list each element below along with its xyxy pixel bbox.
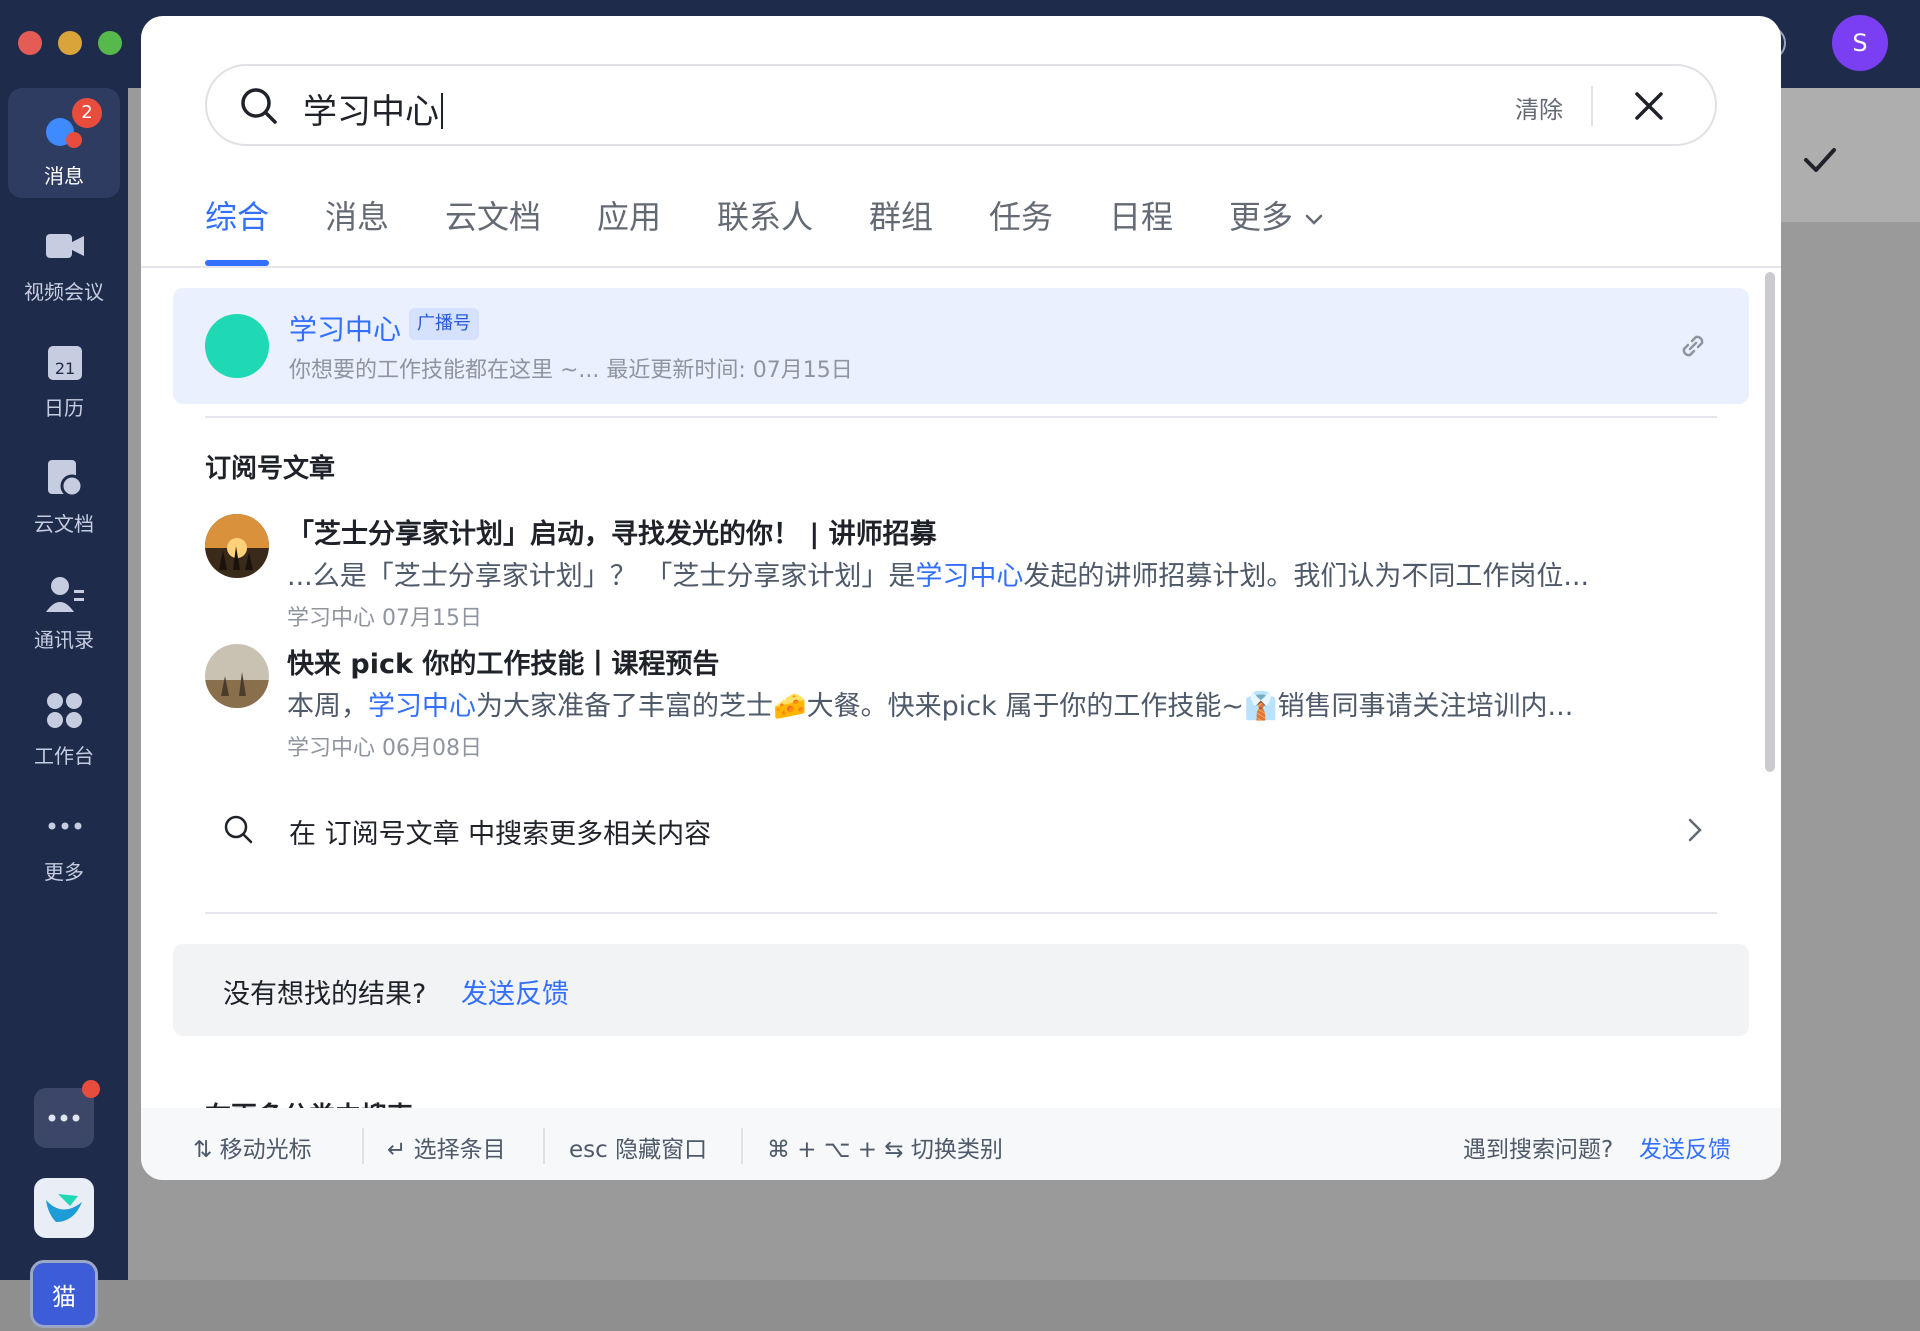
- footer-separator: [741, 1128, 743, 1164]
- zoom-window-button[interactable]: [98, 31, 122, 55]
- article-item[interactable]: 「芝士分享家计划」启动，寻找发光的你！ | 讲师招募 ...么是「芝士分享家计划…: [205, 514, 1717, 644]
- calendar-icon: 21: [48, 346, 82, 380]
- hint-select-item: ↵ 选择条目: [387, 1137, 506, 1163]
- sidebar: 2 消息 视频会议 21 日历 云文档 通讯录 工作台 更多 猫: [0, 88, 128, 1328]
- broadcast-tag: 广播号: [409, 308, 479, 340]
- sidebar-item-label: 更多: [44, 860, 84, 884]
- search-more-label: 在 订阅号文章 中搜索更多相关内容: [289, 819, 712, 850]
- tab-contacts[interactable]: 联系人: [717, 192, 813, 238]
- article-snippet: 本周，学习中心为大家准备了丰富的芝士🧀大餐。快来pick 属于你的工作技能~👔销…: [287, 691, 1574, 722]
- tab-messages[interactable]: 消息: [325, 192, 389, 238]
- sidebar-item-calendar[interactable]: 21 日历: [8, 320, 120, 430]
- notification-dot: [82, 1080, 100, 1098]
- svg-text:21: 21: [55, 359, 75, 378]
- top-result[interactable]: 学习中心 广播号 你想要的工作技能都在这里 ~... 最近更新时间: 07月15…: [173, 288, 1749, 404]
- sidebar-item-video-meeting[interactable]: 视频会议: [8, 204, 120, 314]
- cat-app-button[interactable]: 猫: [30, 1260, 98, 1328]
- search-separator: [1591, 86, 1593, 126]
- section-title: 订阅号文章: [205, 454, 336, 484]
- chevron-down-icon: [1305, 214, 1323, 225]
- feedback-question: 没有想找的结果?: [223, 979, 427, 1010]
- lark-logo-icon: [46, 1194, 82, 1222]
- sidebar-item-label: 日历: [44, 396, 84, 420]
- divider: [205, 912, 1717, 914]
- avatar: [205, 314, 269, 378]
- workspace-icon: [47, 693, 82, 728]
- shortcut-footer: ⇅ 移动光标 ↵ 选择条目 esc 隐藏窗口 ⌘ + ⌥ + ⇆ 切换类别 遇到…: [141, 1108, 1781, 1180]
- sidebar-item-more[interactable]: 更多: [8, 784, 120, 894]
- sidebar-item-label: 工作台: [34, 744, 94, 768]
- sidebar-item-contacts[interactable]: 通讯录: [8, 552, 120, 662]
- search-more-in-section[interactable]: 在 订阅号文章 中搜索更多相关内容: [205, 804, 1717, 864]
- footer-separator: [543, 1128, 545, 1164]
- article-snippet: ...么是「芝士分享家计划」？ 「芝士分享家计划」是学习中心发起的讲师招募计划。…: [287, 561, 1590, 592]
- user-avatar[interactable]: S: [1832, 15, 1888, 71]
- tab-apps[interactable]: 应用: [597, 192, 661, 238]
- tab-docs[interactable]: 云文档: [445, 192, 541, 238]
- search-dialog: 学习中心 清除 综合 消息 云文档 应用 联系人 群组 任务 日程 更多 学习中…: [141, 16, 1781, 1180]
- search-icon: [241, 88, 277, 124]
- search-box[interactable]: 学习中心 清除: [205, 64, 1717, 146]
- article-item[interactable]: 快来 pick 你的工作技能丨课程预告 本周，学习中心为大家准备了丰富的芝士🧀大…: [205, 644, 1717, 774]
- sidebar-item-messages[interactable]: 2 消息: [8, 88, 120, 198]
- hint-switch-category: ⌘ + ⌥ + ⇆ 切换类别: [767, 1137, 1003, 1163]
- article-title: 「芝士分享家计划」启动，寻找发光的你！ | 讲师招募: [287, 519, 937, 550]
- scrollbar[interactable]: [1765, 272, 1775, 772]
- hint-hide-window: esc 隐藏窗口: [569, 1137, 708, 1163]
- clear-button[interactable]: 清除: [1515, 90, 1563, 125]
- close-window-button[interactable]: [18, 31, 42, 55]
- search-input[interactable]: 学习中心: [303, 84, 443, 133]
- lark-app-button[interactable]: [34, 1178, 94, 1238]
- tab-tasks[interactable]: 任务: [989, 192, 1053, 238]
- tab-more[interactable]: 更多: [1229, 192, 1325, 238]
- article-meta: 学习中心 07月15日: [287, 606, 482, 631]
- link-icon[interactable]: [1675, 328, 1711, 364]
- ellipsis-icon: [48, 1114, 80, 1122]
- more-categories-heading: 在更多分类中搜索: [205, 1096, 413, 1108]
- tab-more-label: 更多: [1229, 198, 1294, 236]
- article-meta: 学习中心 06月08日: [287, 736, 482, 761]
- footer-question: 遇到搜索问题?: [1463, 1137, 1614, 1163]
- sidebar-item-label: 视频会议: [24, 280, 104, 304]
- sidebar-item-label: 消息: [44, 164, 84, 188]
- minimize-window-button[interactable]: [58, 31, 82, 55]
- sidebar-item-label: 云文档: [34, 512, 94, 536]
- close-icon[interactable]: [1631, 88, 1667, 124]
- check-icon: [1804, 148, 1836, 172]
- divider: [205, 416, 1717, 418]
- sidebar-item-docs[interactable]: 云文档: [8, 436, 120, 546]
- chevron-right-icon: [1688, 818, 1702, 842]
- contacts-icon: [46, 577, 84, 612]
- search-results: 学习中心 广播号 你想要的工作技能都在这里 ~... 最近更新时间: 07月15…: [141, 268, 1781, 1108]
- video-icon: [46, 234, 84, 258]
- result-description: 你想要的工作技能都在这里 ~... 最近更新时间: 07月15日: [289, 358, 853, 383]
- footer-separator: [362, 1128, 364, 1164]
- no-result-feedback: 没有想找的结果? 发送反馈: [173, 944, 1749, 1036]
- tab-groups[interactable]: 群组: [869, 192, 933, 238]
- footer-feedback-link[interactable]: 发送反馈: [1639, 1130, 1731, 1164]
- docs-icon: [48, 460, 84, 498]
- unread-badge: 2: [72, 98, 102, 128]
- article-title: 快来 pick 你的工作技能丨课程预告: [287, 649, 720, 680]
- article-thumbnail: [205, 644, 269, 708]
- sidebar-item-label: 通讯录: [34, 628, 94, 652]
- more-icon: [48, 822, 82, 830]
- hint-move-cursor: ⇅ 移动光标: [193, 1137, 312, 1163]
- tab-schedule[interactable]: 日程: [1109, 192, 1173, 238]
- article-thumbnail: [205, 514, 269, 578]
- send-feedback-link[interactable]: 发送反馈: [461, 972, 569, 1011]
- sidebar-item-workspace[interactable]: 工作台: [8, 668, 120, 778]
- app-launcher-button[interactable]: [34, 1080, 100, 1148]
- search-icon: [224, 815, 253, 844]
- result-name: 学习中心: [289, 313, 402, 346]
- tab-all[interactable]: 综合: [205, 192, 269, 238]
